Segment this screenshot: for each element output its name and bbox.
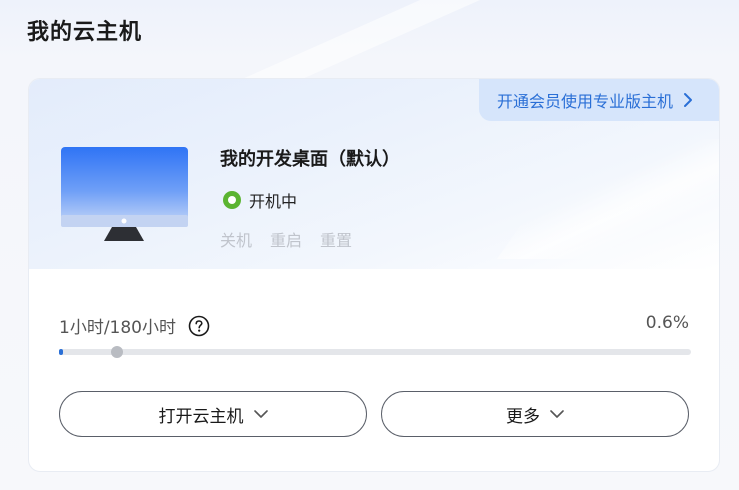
- usage-progress-bar: [59, 346, 691, 358]
- monitor-icon: [60, 145, 190, 245]
- upgrade-membership-link[interactable]: 开通会员使用专业版主机: [478, 79, 719, 121]
- page-title: 我的云主机: [27, 20, 143, 45]
- vm-actions: 关机 重启 重置: [220, 227, 352, 251]
- usage-progress-knob: [111, 346, 123, 358]
- open-cloud-host-label: 打开云主机: [158, 406, 244, 427]
- chevron-right-icon: [683, 92, 693, 108]
- vm-name: 我的开发桌面（默认）: [220, 149, 400, 170]
- status-indicator-icon: [223, 191, 241, 209]
- cloud-host-card: 开通会员使用专业版主机 我的开发桌面（默认） 开机中 关机 重启 重置 1小时/…: [28, 78, 720, 472]
- more-label: 更多: [506, 406, 540, 427]
- help-icon[interactable]: [188, 315, 210, 337]
- usage-percent: 0.6%: [645, 313, 689, 333]
- usage-hours: 1小时/180小时: [59, 313, 210, 338]
- vm-status: 开机中: [223, 188, 297, 212]
- usage-progress-fill: [59, 349, 63, 355]
- chevron-down-icon: [550, 409, 564, 419]
- more-button[interactable]: 更多: [381, 391, 689, 437]
- upgrade-membership-label: 开通会员使用专业版主机: [496, 92, 673, 111]
- open-cloud-host-button[interactable]: 打开云主机: [59, 391, 367, 437]
- restart-action[interactable]: 重启: [270, 227, 302, 251]
- usage-hours-text: 1小时/180小时: [59, 318, 176, 338]
- shutdown-action[interactable]: 关机: [220, 227, 252, 251]
- reset-action[interactable]: 重置: [320, 227, 352, 251]
- status-text: 开机中: [249, 192, 298, 211]
- chevron-down-icon: [253, 409, 268, 419]
